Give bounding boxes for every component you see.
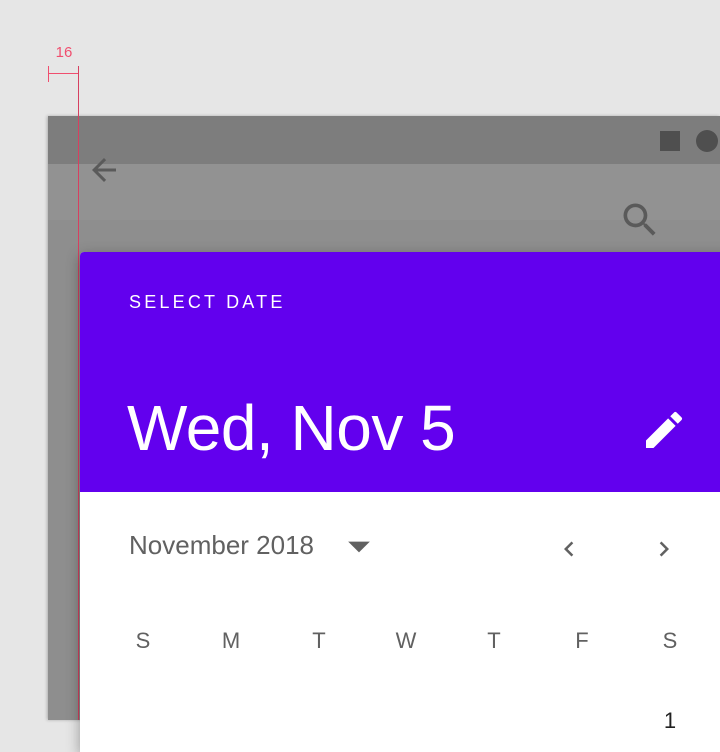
weekday-label: F — [575, 628, 589, 653]
spacing-annotation-label: 16 — [55, 44, 73, 61]
caret-down-icon[interactable] — [346, 534, 372, 560]
weekday-label: S — [135, 628, 151, 653]
spacing-annotation-bracket — [48, 73, 79, 74]
pencil-icon[interactable] — [640, 406, 688, 454]
weekday-label: S — [662, 628, 678, 653]
dialog-title: SELECT DATE — [129, 292, 286, 312]
back-arrow-icon[interactable] — [86, 152, 122, 188]
weekday-label: T — [312, 628, 326, 653]
chevron-left-icon[interactable] — [554, 532, 584, 566]
spacing-annotation-left-tick — [48, 66, 49, 82]
weekday-label: T — [487, 628, 501, 653]
date-picker-dialog: SELECT DATE Wed, Nov 5 November 2018 S M… — [80, 252, 720, 752]
month-label[interactable]: November 2018 — [129, 530, 314, 561]
keyline-guide — [78, 66, 79, 720]
dialog-header: SELECT DATE Wed, Nov 5 — [80, 252, 720, 492]
month-selector-row: November 2018 — [80, 492, 720, 602]
square-icon — [660, 131, 680, 151]
weekday-label: M — [221, 628, 241, 653]
status-bar — [48, 116, 720, 164]
weekday-label: W — [395, 628, 417, 653]
weekday-header-row: S M T W T F S — [80, 628, 720, 658]
circle-icon — [696, 130, 718, 152]
selected-date: Wed, Nov 5 — [127, 392, 456, 464]
calendar-day[interactable]: 1 — [650, 708, 690, 734]
chevron-right-icon[interactable] — [649, 532, 679, 566]
search-icon[interactable] — [618, 198, 662, 242]
